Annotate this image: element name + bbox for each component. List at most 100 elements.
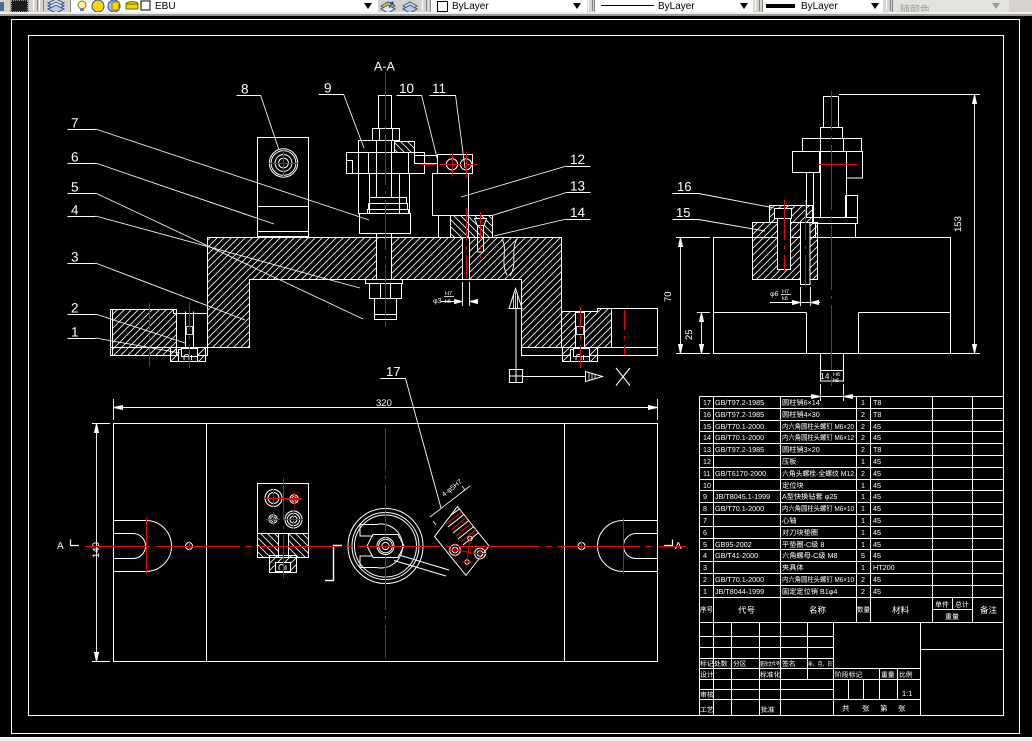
svg-text:HT200: HT200 <box>873 563 895 572</box>
svg-text:12: 12 <box>570 152 585 167</box>
svg-text:1: 1 <box>71 325 79 340</box>
svg-text:10: 10 <box>703 481 711 490</box>
svg-text:1: 1 <box>861 504 865 513</box>
svg-text:定位块: 定位块 <box>782 481 804 490</box>
svg-text:2: 2 <box>861 410 865 419</box>
svg-text:45: 45 <box>873 528 881 537</box>
svg-text:批准: 批准 <box>761 706 775 714</box>
svg-text:圆柱销6×14: 圆柱销6×14 <box>782 398 820 407</box>
svg-text:8: 8 <box>703 504 707 513</box>
svg-text:5: 5 <box>861 551 865 560</box>
svg-text:阶段标记: 阶段标记 <box>835 671 862 679</box>
svg-text:7: 7 <box>71 116 79 131</box>
svg-text:名称: 名称 <box>809 605 827 615</box>
svg-text:A型快换钻套 φ25: A型快换钻套 φ25 <box>782 492 837 501</box>
svg-text:12: 12 <box>703 457 711 466</box>
svg-text:压板: 压板 <box>782 457 796 466</box>
svg-text:固定定位销 B1φ4: 固定定位销 B1φ4 <box>782 587 837 596</box>
svg-text:2: 2 <box>703 575 707 584</box>
svg-text:9: 9 <box>703 492 707 501</box>
svg-text:更改文件号: 更改文件号 <box>760 660 780 668</box>
svg-text:六角螺母-C级 M8: 六角螺母-C级 M8 <box>782 551 838 560</box>
svg-text:张: 张 <box>898 704 906 713</box>
svg-text:标记: 标记 <box>700 660 714 668</box>
svg-text:1: 1 <box>861 481 865 490</box>
svg-text:h6: h6 <box>833 378 839 384</box>
svg-text:张: 张 <box>862 704 870 713</box>
svg-text:签名: 签名 <box>782 660 796 668</box>
svg-text:GB/T70.1-2000: GB/T70.1-2000 <box>715 575 764 584</box>
svg-text:45: 45 <box>873 504 881 513</box>
svg-text:45: 45 <box>873 433 881 442</box>
svg-text:45: 45 <box>873 422 881 431</box>
svg-text:16: 16 <box>703 410 711 419</box>
svg-text:45: 45 <box>873 492 881 501</box>
svg-text:T8: T8 <box>873 398 881 407</box>
svg-text:T8: T8 <box>873 410 881 419</box>
svg-text:1: 1 <box>861 492 865 501</box>
svg-text:45: 45 <box>873 587 881 596</box>
svg-text:14: 14 <box>703 433 711 442</box>
svg-text:6: 6 <box>703 528 707 537</box>
svg-text:1: 1 <box>861 516 865 525</box>
svg-text:153: 153 <box>953 216 964 232</box>
svg-text:45: 45 <box>873 469 881 478</box>
svg-text:45: 45 <box>873 540 881 549</box>
svg-text:9: 9 <box>324 81 332 96</box>
svg-text:2: 2 <box>861 469 865 478</box>
svg-text:圆柱销3×20: 圆柱销3×20 <box>782 445 820 454</box>
svg-text:17: 17 <box>703 398 711 407</box>
svg-text:数量: 数量 <box>857 606 870 614</box>
svg-text:单件: 单件 <box>935 601 949 609</box>
svg-text:内六角圆柱头螺钉 M6×12: 内六角圆柱头螺钉 M6×12 <box>782 433 854 442</box>
svg-text:k6: k6 <box>782 296 788 302</box>
svg-text:1: 1 <box>861 563 865 572</box>
svg-text:JB/T8044-1999: JB/T8044-1999 <box>715 587 764 596</box>
svg-text:A-A: A-A <box>374 60 396 74</box>
svg-text:70: 70 <box>663 291 674 302</box>
svg-text:φ6: φ6 <box>770 291 779 298</box>
svg-text:45: 45 <box>873 481 881 490</box>
svg-text:5: 5 <box>71 180 79 195</box>
svg-text:45: 45 <box>873 516 881 525</box>
svg-text:φ3: φ3 <box>433 298 442 305</box>
svg-text:13: 13 <box>703 445 711 454</box>
svg-text:45: 45 <box>873 457 881 466</box>
svg-text:14: 14 <box>570 205 586 220</box>
svg-text:7: 7 <box>703 516 707 525</box>
svg-text:T8: T8 <box>873 445 881 454</box>
svg-text:15: 15 <box>703 422 711 431</box>
svg-text:16: 16 <box>677 179 691 194</box>
svg-text:重量: 重量 <box>945 613 959 621</box>
svg-text:k6: k6 <box>445 299 451 305</box>
svg-text:内六角圆柱头螺钉 M6×10: 内六角圆柱头螺钉 M6×10 <box>782 504 854 513</box>
svg-text:5: 5 <box>703 540 707 549</box>
svg-text:心轴: 心轴 <box>782 516 796 525</box>
svg-text:45: 45 <box>873 551 881 560</box>
svg-text:GB/T70.1-2000: GB/T70.1-2000 <box>715 433 764 442</box>
svg-text:总计: 总计 <box>955 601 969 609</box>
svg-text:17: 17 <box>386 364 400 379</box>
svg-text:设计: 设计 <box>700 671 714 679</box>
svg-text:1: 1 <box>861 540 865 549</box>
svg-text:4: 4 <box>71 203 79 218</box>
svg-text:比例: 比例 <box>899 671 913 679</box>
svg-text:平垫圈-C级 8: 平垫圈-C级 8 <box>782 540 824 549</box>
svg-text:14: 14 <box>820 371 830 381</box>
svg-text:1: 1 <box>861 528 865 537</box>
svg-text:6: 6 <box>71 150 79 165</box>
svg-text:1: 1 <box>861 398 865 407</box>
svg-text:备注: 备注 <box>980 605 998 615</box>
svg-text:夹具体: 夹具体 <box>782 563 804 572</box>
svg-text:内六角圆柱头螺钉 M6×10: 内六角圆柱头螺钉 M6×10 <box>782 575 854 584</box>
svg-text:1: 1 <box>703 587 707 596</box>
svg-text:EBU: EBU <box>155 1 176 12</box>
svg-text:1: 1 <box>861 457 865 466</box>
svg-text:11: 11 <box>432 81 446 96</box>
svg-text:13: 13 <box>570 179 585 194</box>
svg-text:内六角圆柱头螺钉 M6×20: 内六角圆柱头螺钉 M6×20 <box>782 422 854 431</box>
svg-text:材料: 材料 <box>892 605 910 615</box>
svg-text:11: 11 <box>703 469 710 478</box>
svg-text:3: 3 <box>703 563 707 572</box>
svg-text:共: 共 <box>842 704 850 713</box>
